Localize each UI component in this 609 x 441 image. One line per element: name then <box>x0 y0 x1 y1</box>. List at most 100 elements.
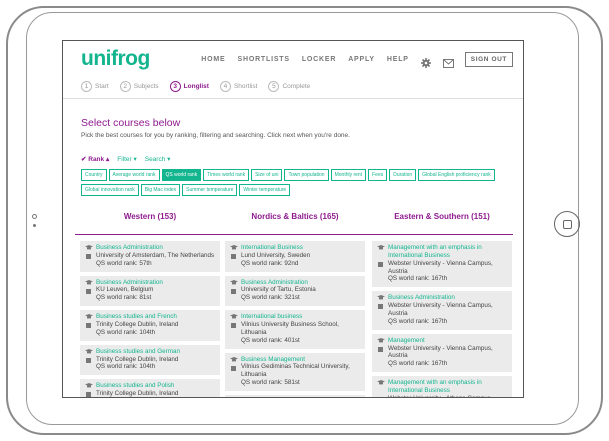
divider <box>63 98 523 99</box>
mail-icon[interactable] <box>442 55 454 68</box>
course-title[interactable]: Business Administration <box>96 244 215 252</box>
qs-rank: QS world rank: 401st <box>241 336 300 344</box>
graduation-cap-icon <box>230 356 238 361</box>
step-shortlist[interactable]: 4 Shortlist <box>219 81 257 92</box>
university-name: KU Leuven, Belgium <box>96 286 154 294</box>
university-icon <box>86 357 91 363</box>
university-name: Vilnius Gediminas Technical University, … <box>241 363 350 379</box>
graduation-cap-icon <box>377 245 385 250</box>
course-title[interactable]: International Business <box>241 244 360 252</box>
university-icon <box>378 304 383 310</box>
university-icon <box>86 254 91 259</box>
rank-option-winter-temperature[interactable]: Winter temperature <box>239 184 291 196</box>
course-card[interactable]: Business Administration KU Leuven, Belgiu… <box>80 275 220 307</box>
home-button[interactable] <box>554 211 580 237</box>
university-name: University of Tartu, Estonia <box>241 286 316 294</box>
course-title[interactable]: Business studies and Polish <box>96 382 215 390</box>
column-header-nordics: Nordics & Baltics (165) <box>251 212 339 221</box>
rank-option-town-population[interactable]: Town population <box>284 169 329 181</box>
step-subjects[interactable]: 2 Subjects <box>119 81 159 92</box>
rank-option-average-world-rank[interactable]: Average world rank <box>108 169 160 181</box>
university-name: Trinity College Dublin, Ireland <box>96 355 179 363</box>
university-icon <box>86 288 91 294</box>
qs-rank: QS world rank: 57th <box>96 259 152 267</box>
university-icon <box>231 323 236 329</box>
rank-option-innovation-rank[interactable]: Global innovation rank <box>81 184 139 196</box>
course-card[interactable]: International business Vilnius University… <box>225 310 365 349</box>
university-icon <box>86 392 91 397</box>
step-complete[interactable]: 5 Complete <box>268 81 310 92</box>
course-card[interactable]: Management with an emphasis in Internati… <box>372 376 512 397</box>
column-header-western: Western (153) <box>123 212 177 221</box>
course-card[interactable]: International Business Lund University, S… <box>225 241 365 272</box>
step-start[interactable]: 1 Start <box>81 81 109 92</box>
page-subtitle: Pick the best courses for you by ranking… <box>81 132 350 139</box>
rank-option-country[interactable]: Country <box>81 169 107 181</box>
sign-out-button[interactable]: SIGN OUT <box>464 52 513 67</box>
course-title[interactable]: Business Administration <box>241 279 360 287</box>
page-title: Select courses below <box>81 117 181 129</box>
top-bar: unifrog HOME SHORTLISTS LOCKER APPLY HEL… <box>63 41 523 75</box>
course-card[interactable]: Business studies and German Trinity Colle… <box>80 344 220 376</box>
course-title[interactable]: International business <box>241 313 360 321</box>
app-screen: unifrog HOME SHORTLISTS LOCKER APPLY HEL… <box>62 40 524 398</box>
qs-rank: QS world rank: 104th <box>96 328 156 336</box>
qs-rank: QS world rank: 92nd <box>241 259 299 267</box>
course-card[interactable]: Business studies and French Trinity Colle… <box>80 310 220 341</box>
university-name: Vilnius University Business School, Lith… <box>241 321 339 336</box>
course-card[interactable]: Business Administration Webster Universit… <box>372 291 512 330</box>
qs-rank: QS world rank: 581st <box>241 379 300 387</box>
course-card[interactable]: Management with an emphasis in Internati… <box>372 241 512 288</box>
course-title[interactable]: Business Management <box>241 356 360 364</box>
rank-option-summer-temperature[interactable]: Summer temperature <box>182 184 238 196</box>
course-card[interactable]: Business Administration University of Tar… <box>225 275 365 307</box>
rank-option-english-proficiency[interactable]: Global English proficiency rank <box>418 169 495 181</box>
graduation-cap-icon <box>230 245 238 250</box>
step-longlist[interactable]: 3 Longlist <box>169 81 209 92</box>
university-name: Trinity College Dublin, Ireland <box>96 321 179 329</box>
rank-option-monthly-rent[interactable]: Monthly rent <box>330 169 367 181</box>
course-title[interactable]: Business studies and French <box>96 313 215 321</box>
nav-locker[interactable]: LOCKER <box>302 56 336 63</box>
column-eastern: Management with an emphasis in Internati… <box>372 241 512 397</box>
rank-toggle[interactable]: ✔ Rank ▴ <box>81 155 109 163</box>
nav-shortlists[interactable]: SHORTLISTS <box>238 56 290 63</box>
qs-rank: QS world rank: 167th <box>388 360 448 368</box>
course-title[interactable]: Management with an emphasis in Internati… <box>388 379 507 395</box>
university-name: Trinity College Dublin, Ireland <box>96 390 179 398</box>
column-header-eastern: Eastern & Southern (151) <box>394 212 490 221</box>
course-title[interactable]: Business Administration <box>96 279 215 287</box>
gear-icon[interactable] <box>420 55 431 68</box>
course-card[interactable]: Business Management Vilnius Gediminas Tec… <box>225 352 365 392</box>
graduation-cap-icon <box>85 314 93 319</box>
graduation-cap-icon <box>85 279 93 284</box>
filter-toggle[interactable]: Filter ▾ <box>117 155 137 163</box>
nav-home[interactable]: HOME <box>201 56 225 63</box>
course-card[interactable]: Management Webster University - Vienna Ca… <box>372 333 512 373</box>
nav-help[interactable]: HELP <box>387 56 409 63</box>
rank-option-fees[interactable]: Fees <box>368 169 388 181</box>
rank-option-times-world-rank[interactable]: Times world rank <box>203 169 250 181</box>
filter-bar: ✔ Rank ▴ Filter ▾ Search ▾ <box>81 155 178 163</box>
logo[interactable]: unifrog <box>81 47 150 71</box>
course-card[interactable]: Business Administration University of Ams… <box>80 241 220 272</box>
rank-option-qs-world-rank[interactable]: QS world rank <box>161 169 202 181</box>
course-card[interactable]: International Business Administration <box>225 395 365 397</box>
course-title[interactable]: Business studies and German <box>96 348 215 356</box>
course-title[interactable]: Business Administration <box>388 294 507 302</box>
graduation-cap-icon <box>377 380 385 385</box>
course-title[interactable]: Management <box>388 337 507 345</box>
course-card[interactable]: Business studies and Polish Trinity Colle… <box>80 379 220 398</box>
qs-rank: QS world rank: 104th <box>96 363 156 371</box>
nav-apply[interactable]: APPLY <box>348 56 375 63</box>
rank-option-big-mac-index[interactable]: Big Mac index <box>140 184 181 196</box>
graduation-cap-icon <box>377 295 385 300</box>
sensor-icon <box>33 224 36 227</box>
rank-option-duration[interactable]: Duration <box>389 169 417 181</box>
search-toggle[interactable]: Search ▾ <box>145 155 171 163</box>
rank-option-size-of-uni[interactable]: Size of uni <box>251 169 283 181</box>
course-title[interactable]: Management with an emphasis in Internati… <box>388 244 507 260</box>
qs-rank: QS world rank: 321st <box>241 294 300 302</box>
graduation-cap-icon <box>230 279 238 284</box>
university-name: Webster University - Athens Campus, Gree… <box>388 395 507 397</box>
